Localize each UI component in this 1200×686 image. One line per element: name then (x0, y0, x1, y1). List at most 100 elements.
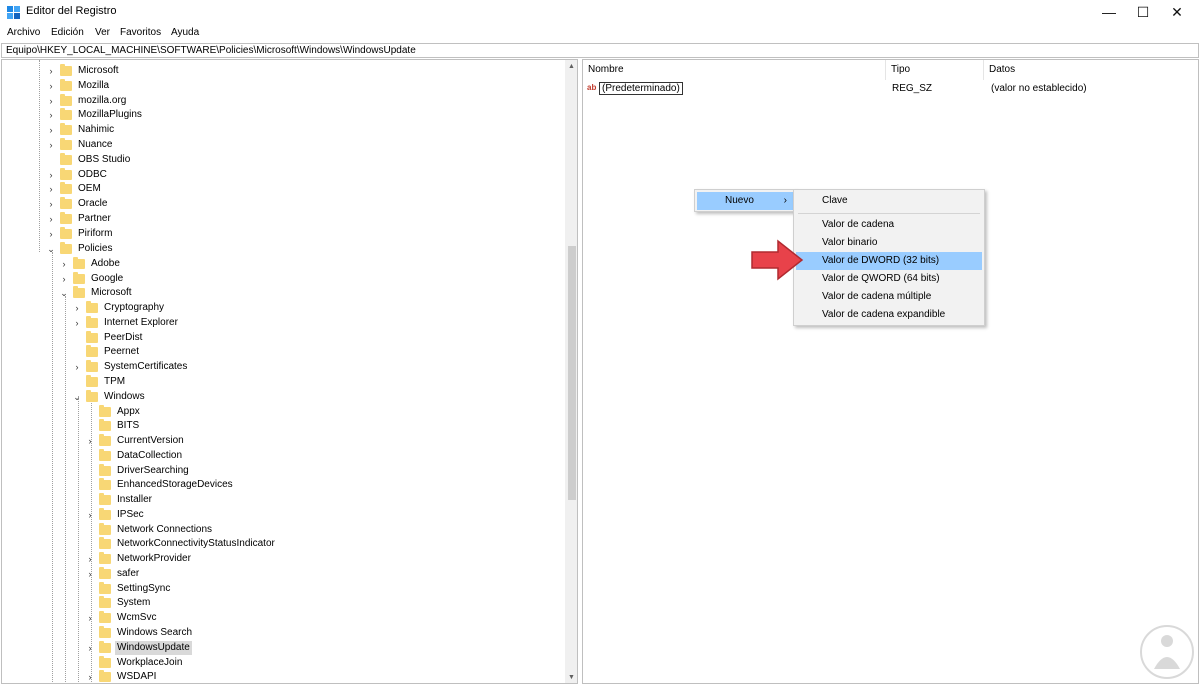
tree-node[interactable]: System (85, 596, 152, 610)
tree-node-label: WindowsUpdate (115, 641, 192, 655)
expand-chevron-icon[interactable]: › (72, 360, 82, 374)
tree-node[interactable]: › Nuance (46, 138, 114, 152)
tree-node[interactable]: › Partner (46, 212, 113, 226)
expand-chevron-icon[interactable]: › (46, 182, 56, 196)
tree-node[interactable]: Network Connections (85, 523, 214, 537)
expand-chevron-icon[interactable]: › (85, 434, 95, 448)
expand-chevron-icon[interactable]: › (59, 272, 69, 286)
expand-chevron-icon[interactable]: › (46, 108, 56, 122)
tree-node[interactable]: › IPSec (85, 508, 146, 522)
menu-ayuda[interactable]: Ayuda (171, 27, 199, 38)
collapse-chevron-icon[interactable]: ⌄ (72, 390, 82, 404)
expand-chevron-icon[interactable]: › (85, 641, 95, 655)
expand-chevron-icon[interactable]: › (59, 257, 69, 271)
menu-item-valor-dword[interactable]: Valor de DWORD (32 bits) (796, 252, 982, 270)
folder-icon (60, 123, 72, 135)
tree-node[interactable]: › OEM (46, 182, 103, 196)
menu-item-valor-binario[interactable]: Valor binario (796, 234, 982, 252)
values-list[interactable]: Nombre Tipo Datos ab (Predeterminado) REG… (582, 59, 1199, 684)
menu-item-valor-multiple[interactable]: Valor de cadena múltiple (796, 288, 982, 306)
tree-node[interactable]: DataCollection (85, 449, 184, 463)
expand-chevron-icon[interactable]: › (46, 168, 56, 182)
tree-node[interactable]: › WindowsUpdate (85, 641, 192, 655)
menu-ver[interactable]: Ver (95, 27, 110, 38)
tree-node[interactable]: ⌄ Microsoft (59, 286, 134, 300)
menu-item-valor-qword[interactable]: Valor de QWORD (64 bits) (796, 270, 982, 288)
tree-node[interactable]: NetworkConnectivityStatusIndicator (85, 537, 277, 551)
tree-node[interactable]: PeerDist (72, 331, 144, 345)
expand-chevron-icon[interactable]: › (46, 212, 56, 226)
tree-node-label: EnhancedStorageDevices (117, 479, 233, 490)
tree-node[interactable]: › SystemCertificates (72, 360, 189, 374)
value-name[interactable]: (Predeterminado) (599, 82, 683, 95)
expand-chevron-icon[interactable]: › (46, 79, 56, 93)
tree-node[interactable]: › WcmSvc (85, 611, 158, 625)
expand-chevron-icon[interactable]: › (46, 123, 56, 137)
collapse-chevron-icon[interactable]: ⌄ (46, 242, 56, 256)
tree-node[interactable]: TPM (72, 375, 127, 389)
tree-node[interactable]: Installer (85, 493, 154, 507)
tree-node[interactable]: › Adobe (59, 257, 122, 271)
tree-node[interactable]: OBS Studio (46, 153, 132, 167)
tree-node[interactable]: Windows Search (85, 626, 194, 640)
expand-chevron-icon[interactable]: › (72, 301, 82, 315)
expand-chevron-icon[interactable]: › (85, 567, 95, 581)
folder-icon (99, 523, 111, 535)
expand-chevron-icon[interactable]: › (46, 197, 56, 211)
collapse-chevron-icon[interactable]: ⌄ (59, 286, 69, 300)
tree-node[interactable]: › NetworkProvider (85, 552, 193, 566)
tree-node[interactable]: › CurrentVersion (85, 434, 186, 448)
expand-chevron-icon[interactable]: › (85, 508, 95, 522)
tree-node[interactable]: ⌄ Windows (72, 390, 147, 404)
tree-node[interactable]: › safer (85, 567, 141, 581)
value-row[interactable]: ab (Predeterminado) REG_SZ (valor no esta… (583, 81, 1198, 97)
tree-node[interactable]: BITS (85, 419, 141, 433)
tree-node[interactable]: DriverSearching (85, 464, 191, 478)
menu-archivo[interactable]: Archivo (7, 27, 40, 38)
column-tipo[interactable]: Tipo (886, 60, 984, 80)
expand-chevron-icon[interactable]: › (85, 552, 95, 566)
address-bar[interactable]: Equipo\HKEY_LOCAL_MACHINE\SOFTWARE\Polic… (1, 43, 1199, 58)
tree-node[interactable]: Appx (85, 405, 142, 419)
scroll-thumb[interactable] (568, 246, 576, 500)
tree-node[interactable]: WorkplaceJoin (85, 656, 184, 670)
key-tree[interactable]: › Microsoft › Mozilla › mozilla.org › MozillaPl… (1, 59, 578, 684)
tree-node[interactable]: Peernet (72, 345, 141, 359)
tree-node[interactable]: ⌄ Policies (46, 242, 114, 256)
tree-node[interactable]: › Oracle (46, 197, 109, 211)
tree-node[interactable]: › Google (59, 272, 125, 286)
tree-node[interactable]: › Internet Explorer (72, 316, 180, 330)
tree-node[interactable]: › Microsoft (46, 64, 121, 78)
tree-node[interactable]: › Nahimic (46, 123, 116, 137)
tree-node[interactable]: EnhancedStorageDevices (85, 478, 235, 492)
tree-node[interactable]: › Mozilla (46, 79, 111, 93)
scroll-up-icon[interactable]: ▲ (565, 60, 577, 72)
tree-node[interactable]: › ODBC (46, 168, 109, 182)
tree-node-label: mozilla.org (78, 95, 127, 106)
tree-node[interactable]: SettingSync (85, 582, 172, 596)
tree-scrollbar[interactable]: ▲ ▼ (565, 60, 577, 683)
menu-favoritos[interactable]: Favoritos (120, 27, 161, 38)
column-datos[interactable]: Datos (984, 60, 1198, 80)
expand-chevron-icon[interactable]: › (85, 611, 95, 625)
tree-node[interactable]: › Piriform (46, 227, 114, 241)
tree-node[interactable]: › WSDAPI (85, 670, 158, 683)
expand-chevron-icon[interactable]: › (46, 64, 56, 78)
expand-chevron-icon[interactable]: › (46, 227, 56, 241)
column-nombre[interactable]: Nombre (583, 60, 886, 80)
expand-chevron-icon[interactable]: › (85, 670, 95, 683)
tree-node[interactable]: › MozillaPlugins (46, 108, 144, 122)
menu-item-valor-cadena[interactable]: Valor de cadena (796, 216, 982, 234)
close-button[interactable]: ✕ (1154, 0, 1200, 24)
tree-node[interactable]: › Cryptography (72, 301, 166, 315)
tree-node[interactable]: › mozilla.org (46, 94, 128, 108)
expand-chevron-icon[interactable]: › (72, 316, 82, 330)
menu-item-nuevo[interactable]: Nuevo › (697, 192, 793, 210)
menu-item-clave[interactable]: Clave (796, 192, 982, 210)
expand-chevron-icon[interactable]: › (46, 138, 56, 152)
expand-chevron-icon[interactable]: › (46, 94, 56, 108)
scroll-down-icon[interactable]: ▼ (565, 671, 577, 683)
menu-edicion[interactable]: Edición (51, 27, 84, 38)
menu-item-valor-expandible[interactable]: Valor de cadena expandible (796, 306, 982, 324)
menu-separator (798, 213, 980, 214)
